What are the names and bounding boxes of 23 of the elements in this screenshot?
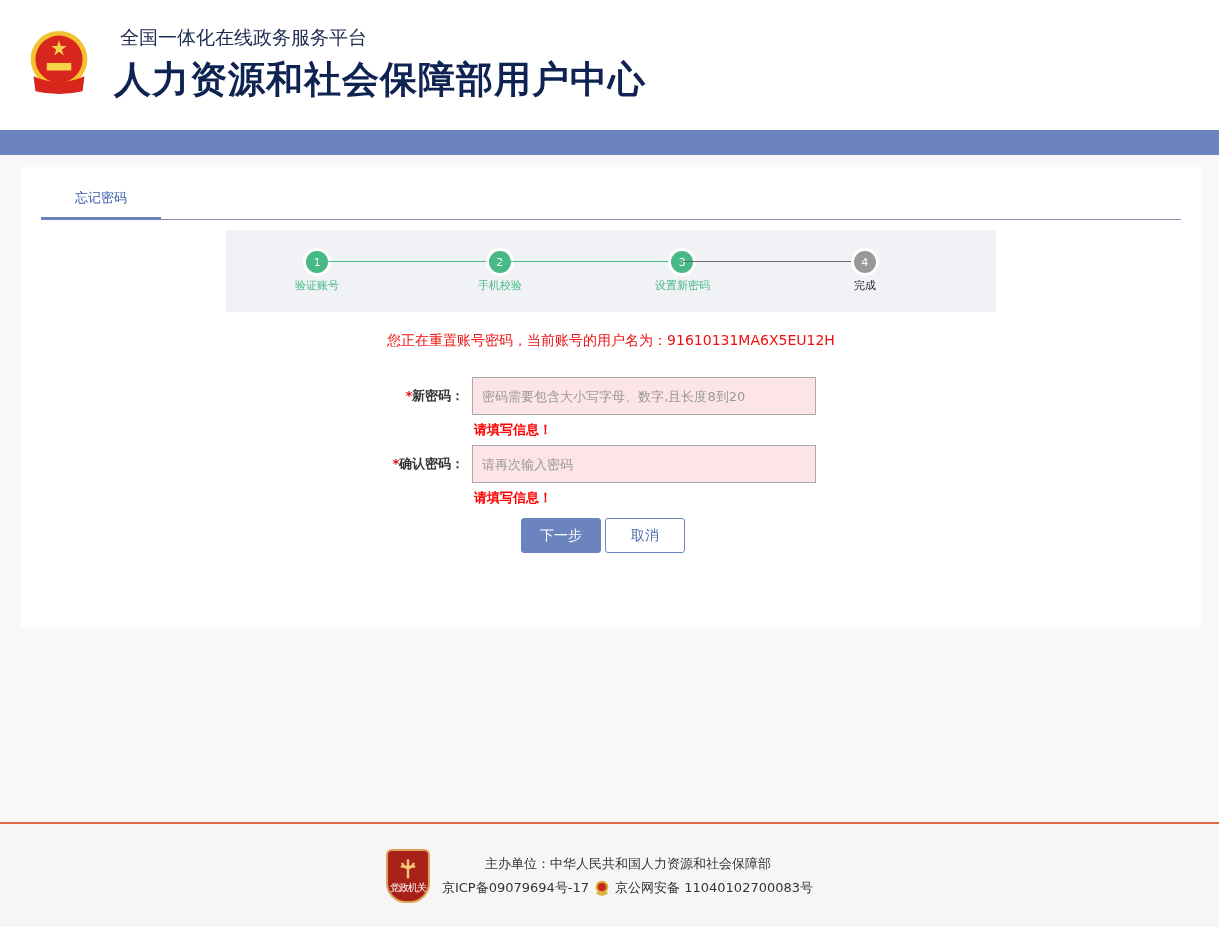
- next-button[interactable]: 下一步: [521, 518, 601, 553]
- icp-link[interactable]: 京ICP备09079694号-17: [441, 878, 590, 897]
- required-mark: *: [392, 456, 400, 471]
- error-message: 请填写信息！: [472, 489, 553, 507]
- password-field[interactable]: 请再次输入密码: [472, 445, 816, 483]
- field-label: 确认密码：: [399, 456, 465, 471]
- step-label: 验证账号: [295, 278, 340, 293]
- step-number: 4: [850, 248, 879, 276]
- step-label: 设置新密码: [654, 278, 710, 293]
- required-mark: *: [405, 388, 413, 403]
- error-message: 请填写信息！: [472, 421, 553, 439]
- password-field[interactable]: 密码需要包含大小写字母、数字,且长度8到20: [472, 377, 816, 415]
- tab[interactable]: 忘记密码: [41, 181, 161, 220]
- platform-subtitle: 全国一体化在线政务服务平台: [119, 25, 368, 50]
- field-label: 新密码：: [412, 388, 465, 403]
- site-title: 人力资源和社会保障部用户中心: [114, 57, 646, 103]
- badge-text: 党政机关: [389, 880, 426, 895]
- step-label: 手机校验: [477, 278, 522, 293]
- sponsor-text: 主办单位：中华人民共和国人力资源和社会保障部: [484, 854, 771, 873]
- step-label: 完成: [853, 278, 876, 293]
- cancel-button[interactable]: 取消: [605, 518, 685, 553]
- security-record-link[interactable]: 京公网安备 11040102700083号: [615, 878, 814, 897]
- notice-text: 您正在重置账号密码，当前账号的用户名为：91610131MA6X5EU12H: [386, 332, 836, 350]
